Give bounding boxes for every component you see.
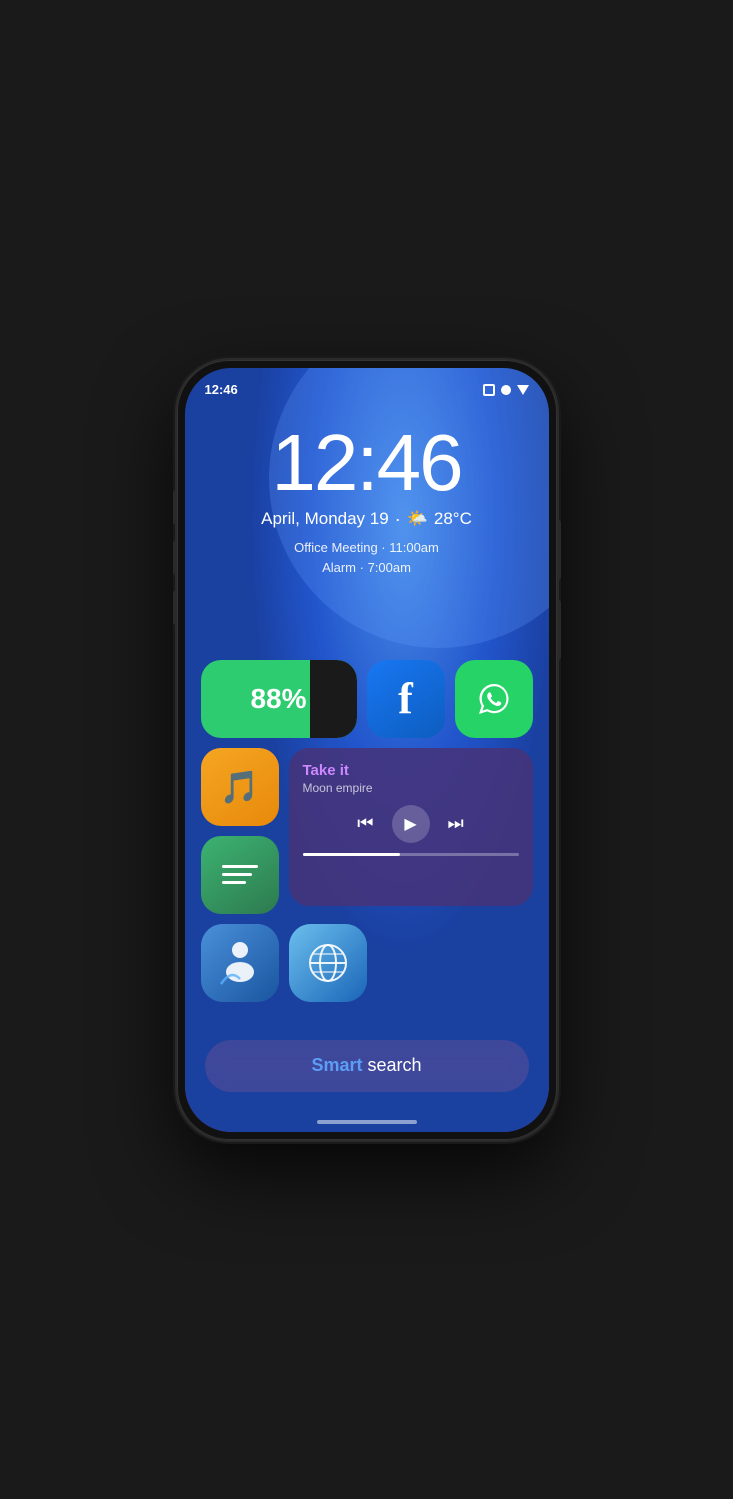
whatsapp-app-icon[interactable] <box>455 660 533 738</box>
signal-icon <box>483 384 495 396</box>
app-row-1: 88% f <box>201 660 533 738</box>
status-icons <box>483 384 529 396</box>
event1: Office Meeting · 11:00am <box>185 538 549 559</box>
weather-icon: · <box>395 509 401 530</box>
next-button[interactable]: ⏭ <box>448 813 464 834</box>
music-player-widget[interactable]: Take it Moon empire ⏮ ▶ ⏭ <box>289 748 533 906</box>
music-app-icon[interactable]: 🎵 <box>201 748 279 826</box>
app-row-3 <box>201 924 533 1002</box>
status-bar: 12:46 <box>185 368 549 404</box>
app-grid: 88% f 🎵 <box>201 660 533 1012</box>
clock-widget: 12:46 April, Monday 19 · 🌤️ 28°C Office … <box>185 423 549 580</box>
phone-frame: 12:46 12:46 April, Monday 19 · 🌤️ 28°C O… <box>177 360 557 1140</box>
smart-label: Smart <box>311 1055 362 1075</box>
clock-time: 12:46 <box>185 423 549 503</box>
facebook-letter: f <box>398 673 413 724</box>
music-artist: Moon empire <box>303 781 519 795</box>
prev-button[interactable]: ⏮ <box>357 813 373 834</box>
whatsapp-icon-svg <box>469 674 519 724</box>
battery-widget[interactable]: 88% <box>201 660 357 738</box>
phone-screen: 12:46 12:46 April, Monday 19 · 🌤️ 28°C O… <box>185 368 549 1132</box>
app-row-2: 🎵 Take it Moon empire ⏮ <box>201 748 533 914</box>
smart-search-bar[interactable]: Smart search <box>205 1040 529 1092</box>
battery-icon <box>517 385 529 395</box>
play-icon: ▶ <box>404 814 416 834</box>
facebook-app-icon[interactable]: f <box>367 660 445 738</box>
home-indicator[interactable] <box>317 1120 417 1124</box>
battery-dark <box>310 660 357 738</box>
clock-date: April, Monday 19 · 🌤️ 28°C <box>185 509 549 530</box>
play-button[interactable]: ▶ <box>392 805 430 843</box>
music-progress-fill <box>303 853 400 856</box>
music-controls: ⏮ ▶ ⏭ <box>303 805 519 843</box>
browser-icon-svg <box>289 924 367 1002</box>
notes-icon-lines <box>210 853 270 896</box>
left-icons-col: 🎵 <box>201 748 279 914</box>
clock-events: Office Meeting · 11:00am Alarm · 7:00am <box>185 538 549 580</box>
music-title: Take it <box>303 762 519 779</box>
music-progress-bar[interactable] <box>303 853 519 856</box>
wifi-icon <box>501 385 511 395</box>
event2: Alarm · 7:00am <box>185 558 549 579</box>
browser-app-icon[interactable] <box>289 924 367 1002</box>
status-time: 12:46 <box>205 382 238 397</box>
phone-icon-svg <box>201 924 279 1002</box>
search-label: Smart search <box>311 1055 421 1076</box>
phone-app-icon[interactable] <box>201 924 279 1002</box>
weather-emoji: 🌤️ <box>407 509 428 529</box>
search-text-label: search <box>363 1055 422 1075</box>
battery-percent: 88% <box>250 683 306 715</box>
notes-app-icon[interactable] <box>201 836 279 914</box>
